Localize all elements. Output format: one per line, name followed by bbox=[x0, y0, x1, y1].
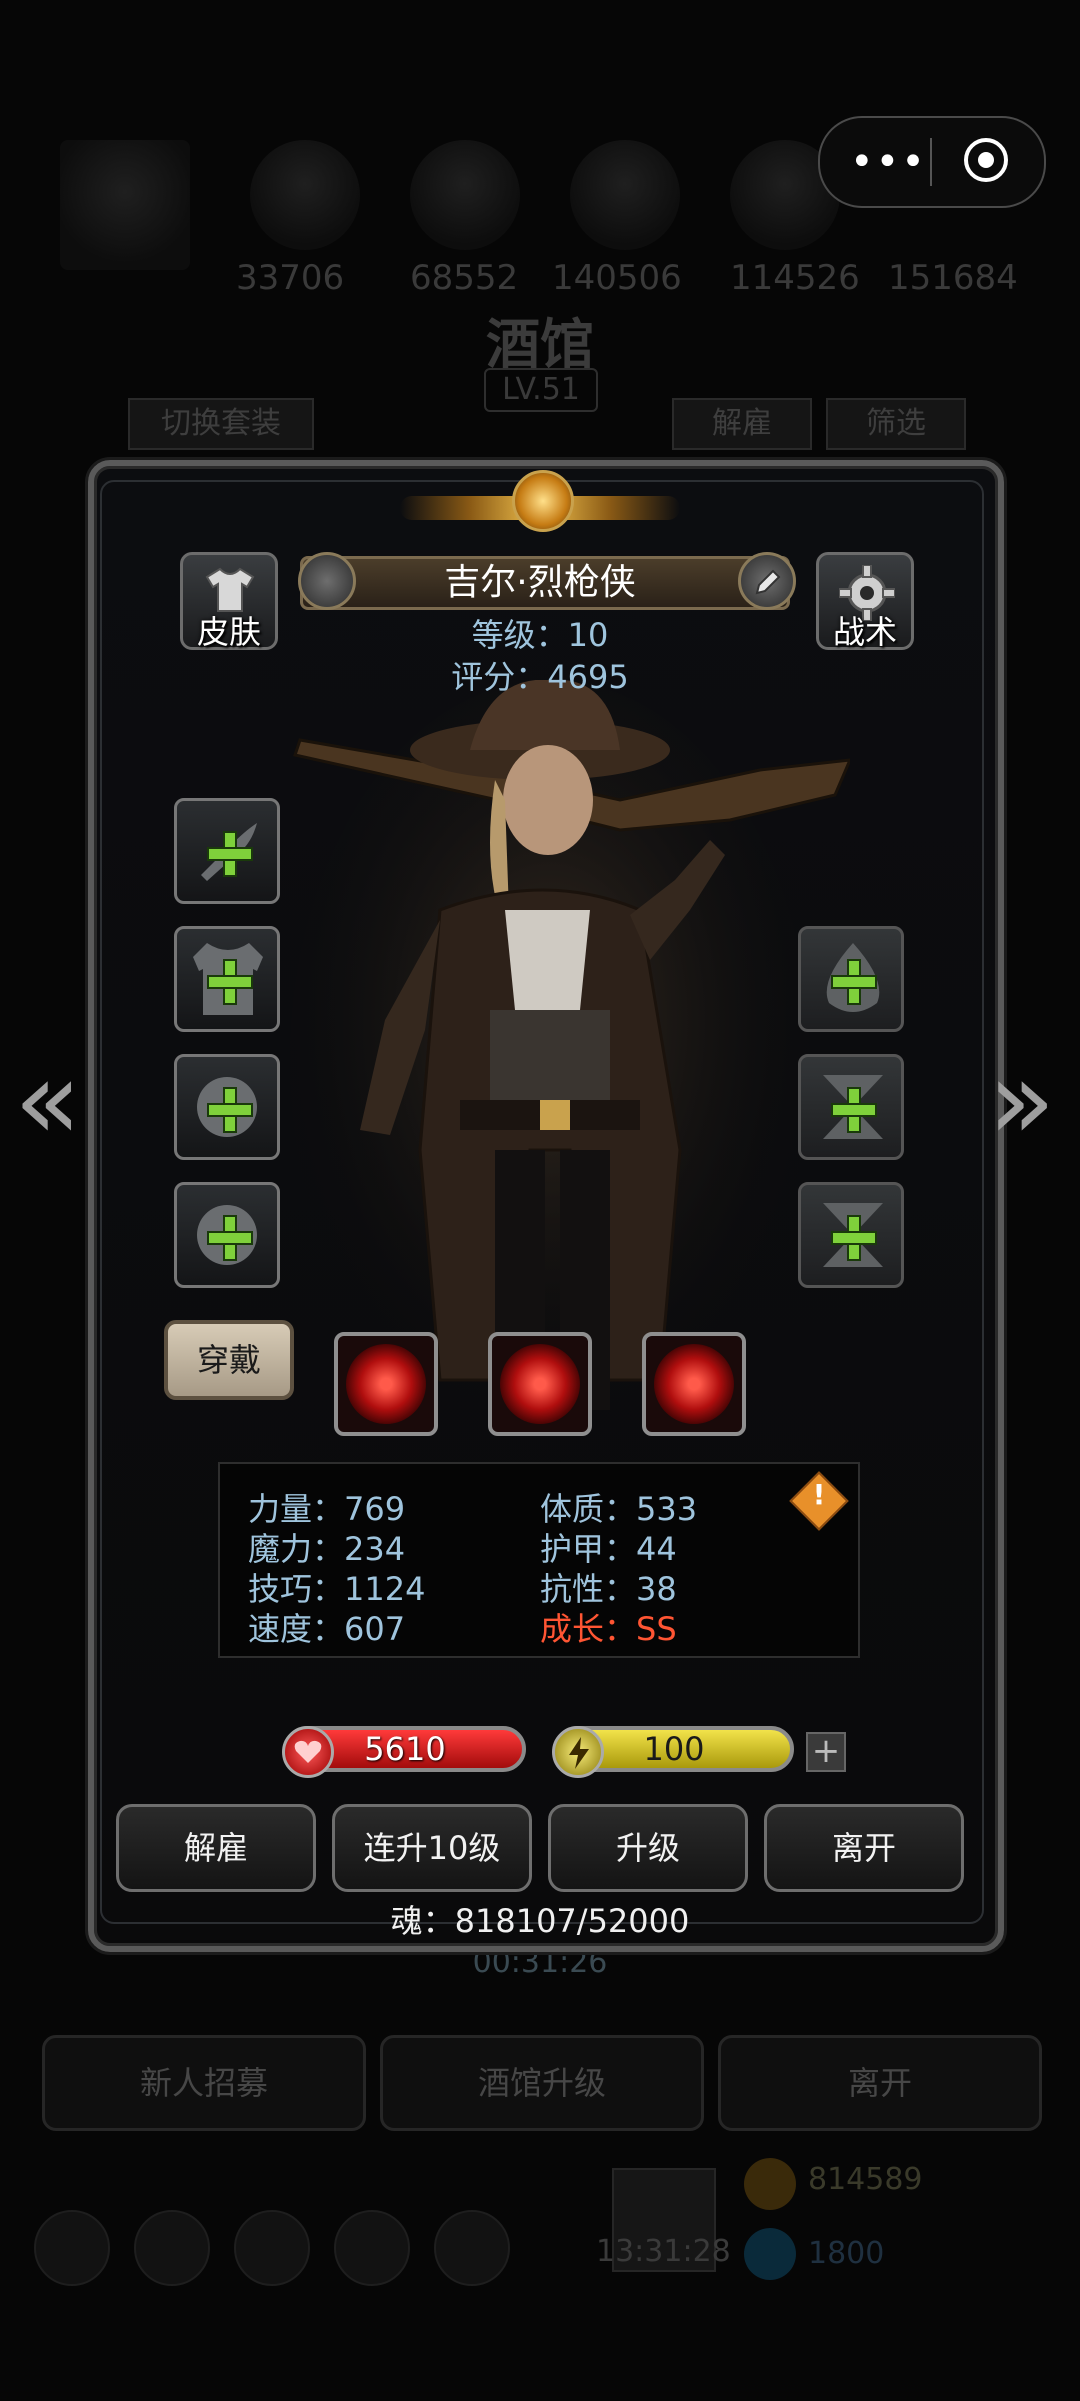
level-up-10-button[interactable]: 连升10级 bbox=[332, 1804, 532, 1892]
bg-menu-icon bbox=[434, 2210, 510, 2286]
bg-gem-value: 1800 bbox=[808, 2236, 885, 2271]
bg-slot-icon bbox=[410, 140, 520, 250]
target-skill-icon bbox=[654, 1344, 734, 1424]
bg-menu-icon bbox=[334, 2210, 410, 2286]
add-equipment-icon bbox=[831, 959, 877, 1005]
add-equipment-icon bbox=[207, 831, 253, 877]
add-equipment-icon bbox=[207, 1215, 253, 1261]
crest-emblem-icon bbox=[512, 470, 574, 532]
bg-level: LV.51 bbox=[484, 368, 598, 412]
skill-slot-2[interactable] bbox=[488, 1332, 592, 1436]
add-equipment-icon bbox=[207, 1087, 253, 1133]
close-target-icon[interactable] bbox=[964, 138, 1008, 182]
soul-counter: 魂：818107/52000 bbox=[390, 1902, 690, 1940]
add-equipment-icon bbox=[207, 959, 253, 1005]
bg-upgrade-tavern-button: 酒馆升级 bbox=[380, 2035, 704, 2131]
previous-hero-arrow-icon[interactable]: « bbox=[14, 1045, 84, 1155]
dismiss-button[interactable]: 解雇 bbox=[116, 1804, 316, 1892]
equip-slot-armor[interactable] bbox=[174, 926, 280, 1032]
bg-slot-icon bbox=[250, 140, 360, 250]
skill-slot-3[interactable] bbox=[642, 1332, 746, 1436]
equip-slot-accessory-2[interactable] bbox=[174, 1182, 280, 1288]
next-hero-arrow-icon[interactable]: » bbox=[988, 1045, 1058, 1155]
bg-leave-button: 离开 bbox=[718, 2035, 1042, 2131]
equip-slot-accessory-1[interactable] bbox=[174, 1054, 280, 1160]
bolt-shape bbox=[569, 1737, 589, 1769]
lightning-icon bbox=[552, 1726, 604, 1778]
vortex-skill-icon bbox=[500, 1344, 580, 1424]
add-equipment-icon bbox=[831, 1087, 877, 1133]
more-icon[interactable]: ••• bbox=[850, 142, 927, 182]
bg-menu-icon bbox=[134, 2210, 210, 2286]
skill-slot-1[interactable] bbox=[334, 1332, 438, 1436]
bg-gem-icon bbox=[744, 2228, 796, 2280]
bg-gold-value: 814589 bbox=[808, 2162, 923, 2197]
bg-tab-dismiss: 解雇 bbox=[672, 398, 812, 450]
bg-number: 68552 bbox=[410, 258, 519, 298]
hero-name: 吉尔·烈枪侠 bbox=[444, 562, 636, 603]
capsule-divider bbox=[930, 138, 932, 186]
bg-recruit-button: 新人招募 bbox=[42, 2035, 366, 2131]
heart-shape bbox=[294, 1740, 322, 1763]
bg-avatar bbox=[60, 140, 190, 270]
warning-exclamation: ! bbox=[812, 1478, 826, 1511]
equip-slot-weapon[interactable] bbox=[174, 798, 280, 904]
bg-number: 140506 bbox=[552, 258, 682, 298]
upgrade-button[interactable]: 升级 bbox=[548, 1804, 748, 1892]
miniprogram-capsule: ••• bbox=[818, 116, 1046, 208]
bg-tab-switch-set: 切换套装 bbox=[128, 398, 314, 450]
hero-level: 等级：10 bbox=[471, 616, 609, 654]
bg-gold-icon bbox=[744, 2158, 796, 2210]
leave-button[interactable]: 离开 bbox=[764, 1804, 964, 1892]
equip-slot-gem[interactable] bbox=[798, 926, 904, 1032]
equip-slot-rune-2[interactable] bbox=[798, 1182, 904, 1288]
bg-number: 33706 bbox=[236, 258, 345, 298]
bg-number: 151684 bbox=[888, 258, 1018, 298]
bg-slot-icon bbox=[570, 140, 680, 250]
hero-score: 评分：4695 bbox=[451, 658, 629, 696]
stat-growth: 成长：SS bbox=[540, 1610, 677, 1648]
stat-speed: 速度：607 bbox=[248, 1610, 406, 1648]
bg-tab-filter: 筛选 bbox=[826, 398, 966, 450]
crosshair-skill-icon bbox=[346, 1344, 426, 1424]
bg-number: 114526 bbox=[730, 258, 860, 298]
bg-menu-icon bbox=[234, 2210, 310, 2286]
equip-slot-rune-1[interactable] bbox=[798, 1054, 904, 1160]
bg-clock: 13:31:28 bbox=[596, 2234, 731, 2269]
bg-menu-icon bbox=[34, 2210, 110, 2286]
heart-icon bbox=[282, 1726, 334, 1778]
wear-button[interactable]: 穿戴 bbox=[164, 1320, 294, 1400]
add-equipment-icon bbox=[831, 1215, 877, 1261]
add-energy-button[interactable]: + bbox=[806, 1732, 846, 1772]
